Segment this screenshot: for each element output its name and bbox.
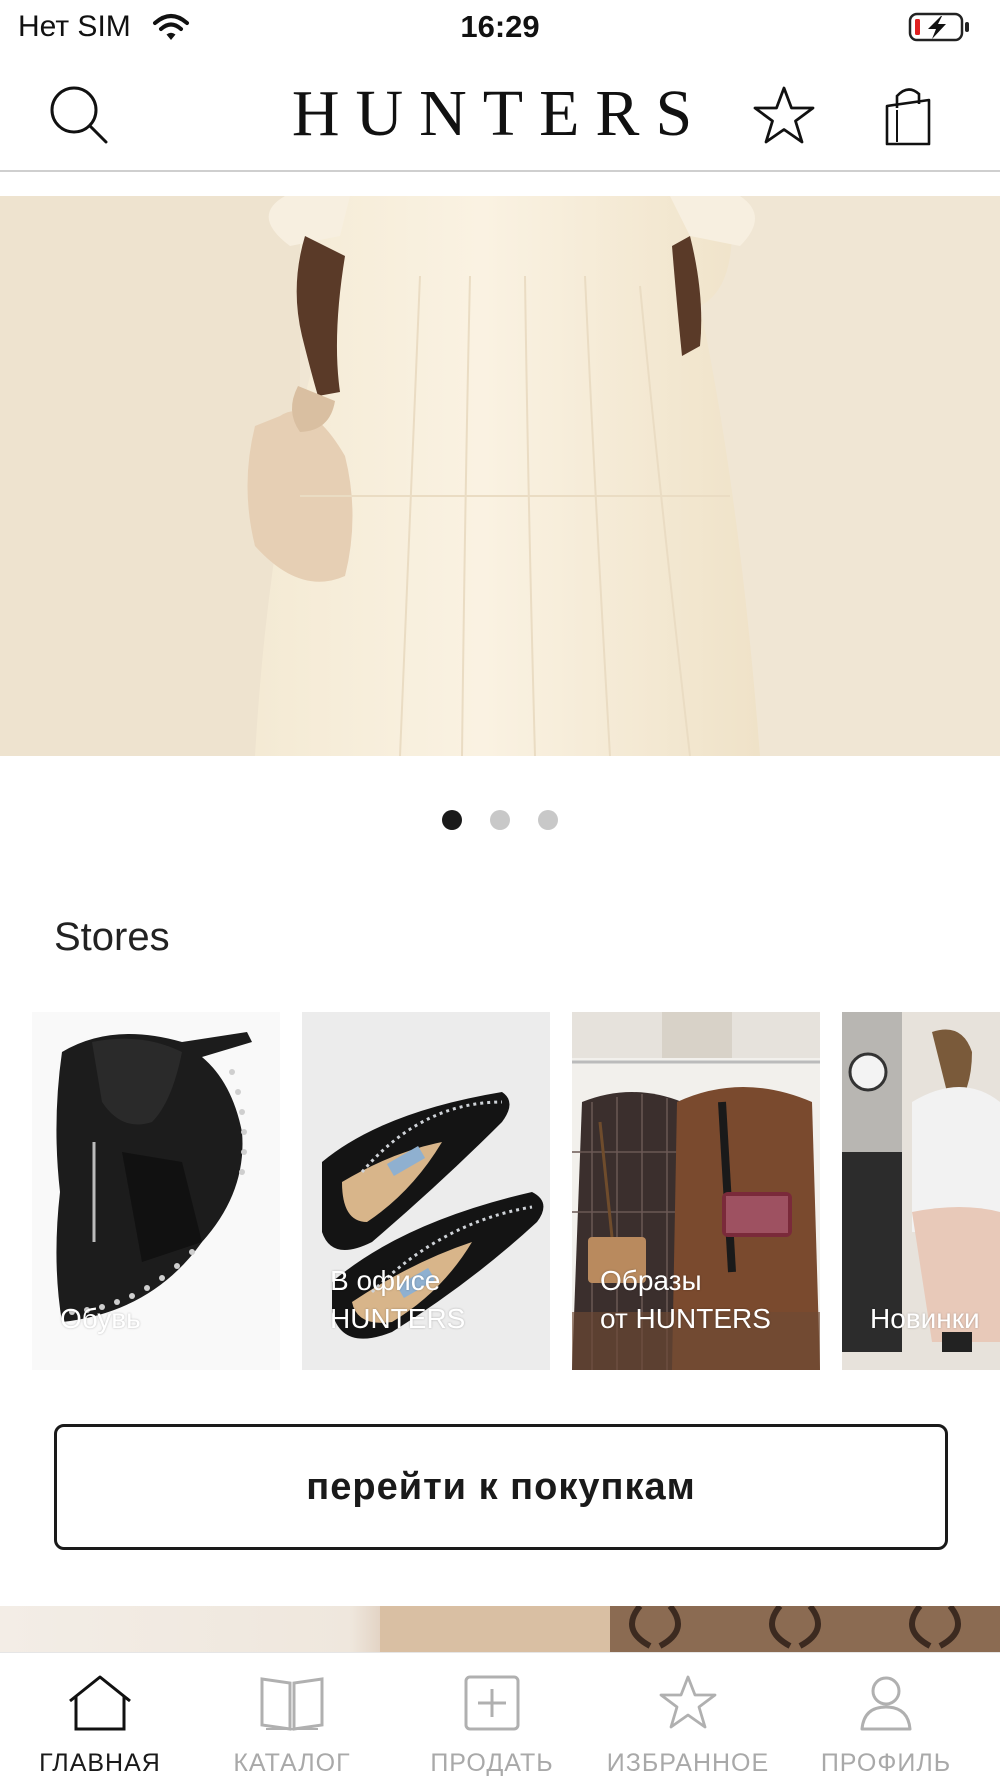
store-card-shoes[interactable]: Обувь	[32, 1012, 280, 1370]
top-navigation: HUNTERS	[0, 56, 1000, 172]
tab-sell[interactable]: ПРОДАТЬ	[392, 1653, 592, 1778]
carousel-dot-2[interactable]	[490, 810, 510, 830]
next-banner-preview[interactable]	[0, 1606, 1000, 1652]
cart-button[interactable]	[868, 78, 948, 158]
bottom-tab-bar: ГЛАВНАЯ КАТАЛОГ ПРОДАТЬ ИЗБРАННОЕ ПРОФИЛ…	[0, 1652, 1000, 1778]
hero-banner[interactable]	[0, 196, 1000, 756]
shopping-bag-icon	[881, 84, 935, 153]
store-card-new[interactable]: Новинки	[842, 1012, 1000, 1370]
tab-label: ГЛАВНАЯ	[39, 1749, 161, 1777]
status-bar: Нет SIM 16:29	[0, 0, 1000, 56]
carousel-dot-1[interactable]	[442, 810, 462, 830]
carousel-indicators	[0, 810, 1000, 830]
tab-home[interactable]: ГЛАВНАЯ	[0, 1653, 200, 1778]
person-icon	[856, 1673, 916, 1738]
star-icon	[751, 84, 817, 153]
tab-profile[interactable]: ПРОФИЛЬ	[786, 1653, 986, 1778]
tab-label: ИЗБРАННОЕ	[606, 1749, 770, 1777]
plus-square-icon	[462, 1673, 522, 1738]
book-icon	[256, 1673, 328, 1738]
hero-image	[0, 196, 1000, 756]
tab-favorites[interactable]: ИЗБРАННОЕ	[588, 1653, 788, 1778]
store-card-office[interactable]: В офисе HUNTERS	[302, 1012, 550, 1370]
carousel-dot-3[interactable]	[538, 810, 558, 830]
brand-logo[interactable]: HUNTERS	[0, 76, 1000, 152]
store-card-label: Обувь	[60, 1303, 141, 1334]
tab-label: ПРОДАТЬ	[430, 1749, 554, 1777]
battery-charging-icon	[908, 12, 970, 47]
store-card-looks[interactable]: Образы от HUNTERS	[572, 1012, 820, 1370]
stores-section-title: Stores	[54, 915, 170, 959]
star-icon	[657, 1673, 719, 1738]
tab-catalog[interactable]: КАТАЛОГ	[192, 1653, 392, 1778]
tab-label: КАТАЛОГ	[233, 1749, 351, 1777]
favorites-button[interactable]	[744, 78, 824, 158]
go-shopping-button[interactable]: перейти к покупкам	[54, 1424, 948, 1550]
store-card-label: В офисе HUNTERS	[330, 1265, 466, 1334]
tab-label: ПРОФИЛЬ	[820, 1749, 952, 1777]
store-card-label: Образы от HUNTERS	[600, 1265, 771, 1334]
stores-carousel[interactable]: Обувь В офисе HUNTERS Образы от HUNTERS …	[0, 1012, 1000, 1372]
store-card-label: Новинки	[870, 1303, 980, 1334]
home-icon	[64, 1673, 136, 1738]
banner-preview-image	[380, 1606, 1000, 1652]
status-time: 16:29	[460, 9, 540, 44]
